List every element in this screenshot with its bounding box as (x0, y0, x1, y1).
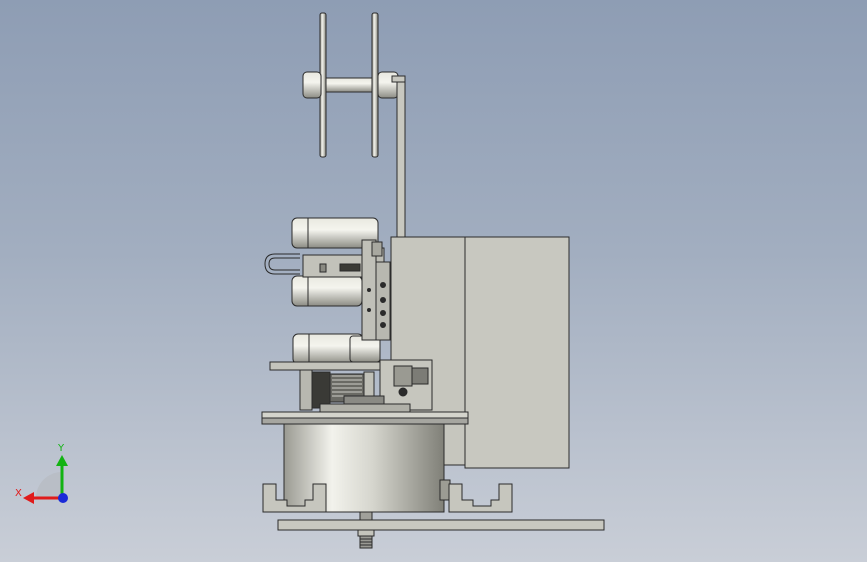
mechanism-column[interactable] (361, 239, 391, 341)
graphics-viewport[interactable]: Y X (0, 0, 867, 562)
spindle (357, 529, 375, 537)
triad-y-label: Y (58, 443, 65, 454)
triad-y-arrow (56, 455, 68, 466)
triad-x-label: X (15, 488, 22, 499)
foot-right (448, 483, 513, 513)
carriage-dark-block (311, 371, 331, 409)
main-drum[interactable] (283, 423, 451, 513)
lower-carriage[interactable] (269, 359, 433, 413)
spool-core (325, 77, 373, 93)
spool-flange-right (371, 12, 379, 158)
triad-plane (36, 472, 62, 498)
plate-bottom (261, 417, 469, 425)
orientation-triad (23, 455, 68, 504)
housing-side-block (464, 236, 570, 469)
support-arm-cap (391, 75, 406, 83)
spool-hub-left (302, 71, 322, 99)
carriage-rail (269, 361, 391, 371)
base-plate[interactable] (277, 511, 605, 549)
support-arm[interactable] (391, 75, 406, 239)
model-view[interactable] (0, 0, 867, 562)
base-plate-body (277, 519, 605, 531)
guide-slot (339, 263, 361, 272)
spool-reel[interactable] (302, 12, 399, 158)
roller-middle (291, 275, 363, 307)
support-arm-post (396, 75, 406, 239)
carriage-knob (411, 367, 429, 385)
turntable-plate[interactable] (261, 411, 469, 425)
plate-top (261, 411, 469, 419)
triad-x-arrow (23, 492, 34, 504)
drum-body (283, 423, 445, 513)
triad-z-axis (58, 493, 68, 503)
